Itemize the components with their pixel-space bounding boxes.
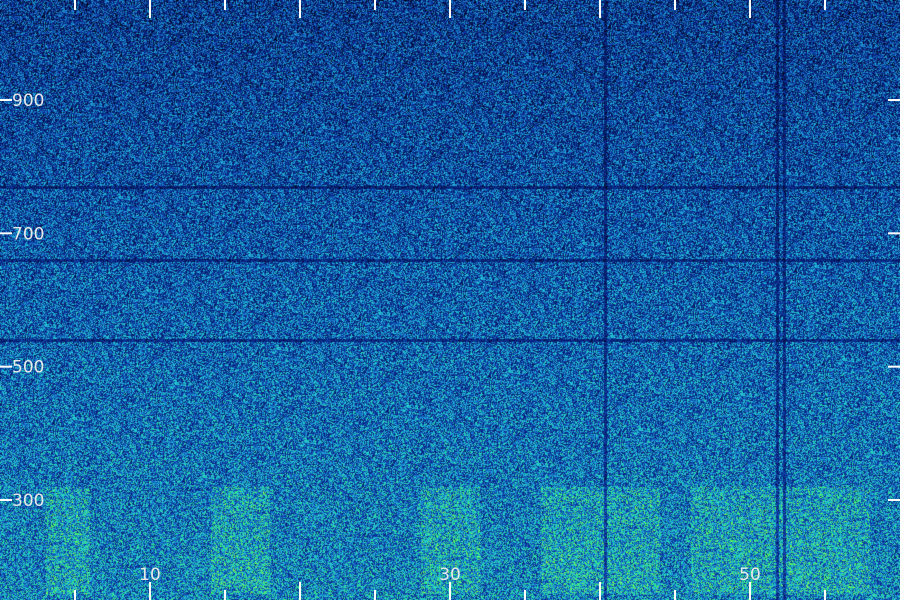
x-tick-label: 10	[139, 565, 161, 585]
y-axis-tick-labels: 900 700 500 300	[12, 91, 44, 511]
y-tick-label: 700	[12, 224, 44, 244]
y-tick-label: 500	[12, 358, 44, 378]
x-axis-ticks-top	[74, 0, 826, 18]
y-axis-ticks-right	[888, 99, 900, 501]
y-axis-ticks-left	[0, 99, 12, 501]
y-tick-label: 300	[12, 491, 44, 511]
y-tick-label: 900	[12, 91, 44, 111]
x-tick-label: 50	[739, 565, 761, 585]
x-tick-label: 30	[439, 565, 461, 585]
x-axis-tick-labels: 10 30 50	[139, 565, 761, 585]
chart-axes: 10 30 50 900 700 500 300	[0, 0, 900, 600]
